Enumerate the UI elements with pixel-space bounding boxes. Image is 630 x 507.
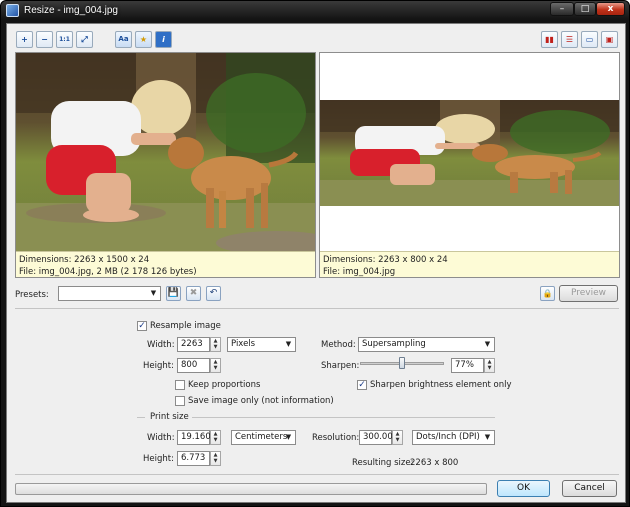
sharpen-brightness-label: Sharpen brightness element only	[370, 380, 512, 390]
preview-image	[320, 100, 619, 206]
print-size-label: Print size	[150, 412, 189, 422]
print-height-input[interactable]: 6.773	[177, 451, 210, 466]
font-icon[interactable]: Aa	[115, 31, 132, 48]
actual-size-icon[interactable]: 1:1	[56, 31, 73, 48]
height-input[interactable]: 800	[177, 358, 210, 373]
window-title: Resize - img_004.jpg	[24, 5, 118, 16]
original-image-pane: Dimensions: 2263 x 1500 x 24 File: img_0…	[15, 52, 316, 278]
maximize-button[interactable]: □	[574, 2, 596, 16]
window: Resize - img_004.jpg – □ x + − 1:1 ⤢ Aa …	[0, 0, 630, 507]
sharpen-input[interactable]: 77%	[451, 358, 484, 373]
print-height-label: Height:	[143, 454, 174, 464]
title-bar[interactable]: Resize - img_004.jpg – □ x	[1, 1, 629, 21]
split-horizontal-icon[interactable]: ☰	[561, 31, 578, 48]
print-width-label: Width:	[147, 433, 175, 443]
divider	[15, 308, 619, 309]
chevron-down-icon: ▼	[150, 289, 157, 297]
original-dimensions: Dimensions: 2263 x 1500 x 24	[19, 255, 150, 265]
sharpen-slider-thumb[interactable]	[399, 357, 405, 369]
chevron-down-icon: ▼	[484, 433, 491, 441]
presets-label: Presets:	[15, 290, 49, 300]
delete-preset-icon[interactable]: ✖	[186, 286, 201, 301]
width-label: Width:	[147, 340, 175, 350]
resolution-unit-dropdown[interactable]: Dots/Inch (DPI) ▼	[412, 430, 495, 445]
resample-label: Resample image	[150, 321, 221, 331]
chevron-down-icon: ▼	[484, 340, 491, 348]
save-image-only-label: Save image only (not information)	[188, 396, 334, 406]
height-label: Height:	[143, 361, 174, 371]
revert-icon[interactable]: ↶	[206, 286, 221, 301]
preview-only-icon[interactable]: ▣	[601, 31, 618, 48]
info-icon[interactable]: i	[155, 31, 172, 48]
original-info: Dimensions: 2263 x 1500 x 24 File: img_0…	[16, 251, 315, 277]
print-size-rule-left	[137, 417, 145, 418]
print-width-input[interactable]: 19.160	[177, 430, 211, 445]
resulting-size-label: Resulting size:	[352, 458, 414, 468]
star-icon[interactable]: ★	[135, 31, 152, 48]
original-file: File: img_004.jpg, 2 MB (2 178 126 bytes…	[19, 267, 197, 277]
close-button[interactable]: x	[596, 2, 625, 16]
height-spinner[interactable]: ▲ ▼	[210, 358, 221, 373]
zoom-in-icon[interactable]: +	[16, 31, 33, 48]
original-image	[16, 53, 315, 251]
save-image-only-checkbox[interactable]	[175, 396, 185, 406]
chevron-down-icon: ▼	[285, 340, 292, 348]
width-spinner[interactable]: ▲ ▼	[210, 337, 221, 352]
single-view-icon[interactable]: ▭	[581, 31, 598, 48]
cancel-button[interactable]: Cancel	[562, 480, 617, 497]
lock-icon[interactable]: 🔒	[540, 286, 555, 301]
width-input[interactable]: 2263	[177, 337, 210, 352]
unit-value: Pixels	[231, 339, 256, 349]
unit-dropdown[interactable]: Pixels ▼	[227, 337, 296, 352]
divider	[15, 474, 619, 475]
sharpen-spinner[interactable]: ▲ ▼	[484, 358, 495, 373]
dialog-client: + − 1:1 ⤢ Aa ★ i ▮▮ ☰ ▭ ▣ Dimensions: 22…	[6, 23, 626, 503]
preview-dimensions: Dimensions: 2263 x 800 x 24	[323, 255, 448, 265]
split-vertical-icon[interactable]: ▮▮	[541, 31, 558, 48]
resolution-spinner[interactable]: ▲ ▼	[392, 430, 403, 445]
preview-info: Dimensions: 2263 x 800 x 24 File: img_00…	[320, 251, 619, 277]
resulting-size-value: 2263 x 800	[410, 458, 459, 468]
progress-bar	[15, 483, 487, 495]
resolution-input[interactable]: 300.000	[359, 430, 398, 445]
save-preset-icon[interactable]: 💾	[166, 286, 181, 301]
print-unit-value: Centimeters	[235, 432, 288, 442]
preview-file: File: img_004.jpg	[323, 267, 396, 277]
ok-button[interactable]: OK	[497, 480, 550, 497]
minimize-button[interactable]: –	[550, 2, 574, 16]
print-unit-dropdown[interactable]: Centimeters ▼	[231, 430, 296, 445]
app-icon	[6, 4, 19, 17]
presets-dropdown[interactable]: ▼	[58, 286, 161, 301]
sharpen-label: Sharpen:	[321, 361, 360, 371]
resample-checkbox[interactable]: ✓	[137, 321, 147, 331]
print-height-spinner[interactable]: ▲ ▼	[210, 451, 221, 466]
chevron-down-icon: ▼	[285, 433, 292, 441]
print-size-rule	[192, 417, 495, 418]
resolution-unit-value: Dots/Inch (DPI)	[416, 432, 480, 442]
preview-button[interactable]: Preview	[559, 285, 618, 302]
sharpen-brightness-checkbox[interactable]: ✓	[357, 380, 367, 390]
method-dropdown[interactable]: Supersampling ▼	[358, 337, 495, 352]
method-label: Method:	[321, 340, 356, 350]
resolution-label: Resolution:	[312, 433, 360, 443]
method-value: Supersampling	[362, 339, 426, 349]
print-width-spinner[interactable]: ▲ ▼	[210, 430, 221, 445]
fit-window-icon[interactable]: ⤢	[76, 31, 93, 48]
zoom-out-icon[interactable]: −	[36, 31, 53, 48]
keep-proportions-label: Keep proportions	[188, 380, 261, 390]
keep-proportions-checkbox[interactable]	[175, 380, 185, 390]
preview-image-pane: Dimensions: 2263 x 800 x 24 File: img_00…	[319, 52, 620, 278]
